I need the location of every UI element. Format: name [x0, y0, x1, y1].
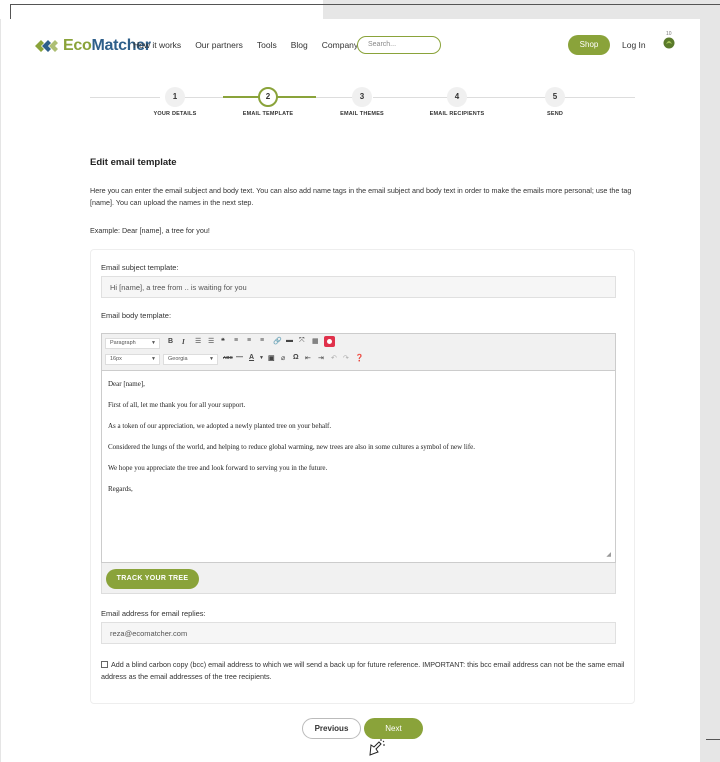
clear-formatting-icon[interactable]: ⌀	[281, 354, 285, 362]
record-dot	[327, 339, 332, 344]
logo-arrows-icon	[35, 40, 58, 52]
body-paragraph: We hope you appreciate the tree and look…	[108, 464, 328, 472]
special-character-icon[interactable]: Ω	[293, 354, 299, 361]
body-paragraph: Dear [name],	[108, 380, 145, 388]
strikethrough-icon[interactable]: ABC	[223, 355, 233, 360]
reply-email-label: Email address for email replies:	[101, 609, 206, 618]
rich-text-editor[interactable]: Paragraph ▼ B I ☰ ☰ ❝ ≡ ≡ ≡ 🔗 ▬ ⤧ ▦ 16px ▼…	[101, 333, 616, 563]
step-line	[183, 97, 223, 98]
format-select[interactable]: Paragraph ▼	[105, 338, 160, 349]
chevron-down-icon: ▼	[209, 356, 214, 362]
fullscreen-icon[interactable]: ⤧	[299, 337, 305, 345]
step-line	[564, 97, 635, 98]
redo-icon[interactable]: ↷	[343, 354, 349, 362]
editor-content[interactable]: Dear [name], First of all, let me thank …	[102, 371, 615, 515]
step-1[interactable]: 1	[165, 87, 185, 107]
bcc-label: Add a blind carbon copy (bcc) email addr…	[101, 660, 625, 681]
step-4-label: EMAIL RECIPIENTS	[429, 111, 485, 117]
horizontal-line-icon[interactable]: —	[236, 354, 243, 361]
resize-handle-icon[interactable]: ◢	[606, 551, 611, 558]
page-title: Edit email template	[90, 157, 177, 168]
indent-icon[interactable]: ⇥	[318, 354, 324, 362]
paste-text-icon[interactable]: ▣	[268, 354, 275, 362]
step-line	[373, 97, 448, 98]
pointer-cursor-icon	[369, 739, 385, 756]
step-line	[90, 97, 160, 98]
bcc-checkbox[interactable]	[101, 661, 108, 668]
reply-email-input[interactable]: reza@ecomatcher.com	[101, 622, 616, 644]
step-line	[466, 97, 546, 98]
record-icon[interactable]	[324, 336, 335, 347]
align-center-icon[interactable]: ≡	[247, 337, 251, 344]
body-paragraph: First of all, let me thank you for all y…	[108, 401, 246, 409]
step-3-label: EMAIL THEMES	[340, 111, 384, 117]
align-right-icon[interactable]: ≡	[260, 337, 264, 344]
step-1-label: YOUR DETAILS	[153, 111, 197, 117]
search-input[interactable]: Search...	[357, 36, 441, 54]
tree-badge-icon[interactable]	[662, 35, 676, 49]
help-icon[interactable]: ❓	[355, 354, 364, 362]
align-left-icon[interactable]: ≡	[234, 337, 238, 344]
previous-button[interactable]: Previous	[302, 718, 361, 739]
nav-our-partners[interactable]: Our partners	[195, 40, 243, 50]
font-family-select[interactable]: Georgia ▼	[163, 354, 218, 365]
step-5[interactable]: 5	[545, 87, 565, 107]
bcc-option: Add a blind carbon copy (bcc) email addr…	[101, 659, 631, 683]
step-2-label: EMAIL TEMPLATE	[242, 111, 294, 117]
link-icon[interactable]: 🔗	[273, 337, 282, 345]
nav-tools[interactable]: Tools	[257, 40, 277, 50]
body-paragraph: Regards,	[108, 485, 133, 493]
window-frame-line-left	[10, 4, 11, 19]
example-text: Example: Dear [name], a tree for you!	[90, 226, 210, 235]
readmore-icon[interactable]: ▬	[286, 337, 293, 344]
chevron-down-icon: ▼	[151, 356, 156, 362]
bullet-list-icon[interactable]: ☰	[195, 337, 201, 345]
outdent-icon[interactable]: ⇤	[305, 354, 311, 362]
bold-icon[interactable]: B	[168, 338, 173, 345]
step-line	[316, 97, 356, 98]
step-line-active	[276, 96, 316, 98]
window-frame-line-right	[706, 739, 720, 740]
nav-company[interactable]: Company	[322, 40, 358, 50]
font-size-select[interactable]: 16px ▼	[105, 354, 160, 365]
numbered-list-icon[interactable]: ☰	[208, 337, 214, 345]
subject-input[interactable]: Hi [name], a tree from .. is waiting for…	[101, 276, 616, 298]
track-your-tree-button[interactable]: TRACK YOUR TREE	[106, 569, 199, 589]
blockquote-icon[interactable]: ❝	[221, 337, 225, 345]
shop-button[interactable]: Shop	[568, 35, 610, 55]
window-frame-line	[10, 4, 720, 5]
step-5-label: SEND	[546, 111, 564, 117]
next-button[interactable]: Next	[364, 718, 423, 739]
italic-icon[interactable]: I	[182, 338, 185, 346]
step-4[interactable]: 4	[447, 87, 467, 107]
body-label: Email body template:	[101, 311, 172, 320]
window-backdrop-top	[323, 0, 720, 19]
text-color-icon[interactable]: A	[249, 354, 254, 361]
subject-label: Email subject template:	[101, 263, 179, 272]
intro-text: Here you can enter the email subject and…	[90, 186, 632, 207]
login-link[interactable]: Log In	[622, 40, 646, 50]
chevron-down-icon[interactable]: ▼	[259, 355, 264, 361]
progress-stepper: 1 2 3 4 5 YOUR DETAILS EMAIL TEMPLATE EM…	[90, 83, 635, 123]
editor-toolbar: Paragraph ▼ B I ☰ ☰ ❝ ≡ ≡ ≡ 🔗 ▬ ⤧ ▦ 16px ▼…	[102, 334, 615, 371]
toolbar-toggle-icon[interactable]: ▦	[312, 337, 319, 345]
body-paragraph: Considered the lungs of the world, and h…	[108, 443, 476, 451]
nav-blog[interactable]: Blog	[291, 40, 308, 50]
undo-icon[interactable]: ↶	[331, 354, 337, 362]
body-paragraph: As a token of our appreciation, we adopt…	[108, 422, 332, 430]
chevron-down-icon: ▼	[151, 340, 156, 346]
nav-how-it-works[interactable]: How it works	[133, 40, 181, 50]
step-2[interactable]: 2	[258, 87, 278, 107]
main-nav: How it works Our partners Tools Blog Com…	[133, 40, 372, 50]
step-3[interactable]: 3	[352, 87, 372, 107]
window-backdrop-right	[700, 19, 720, 762]
